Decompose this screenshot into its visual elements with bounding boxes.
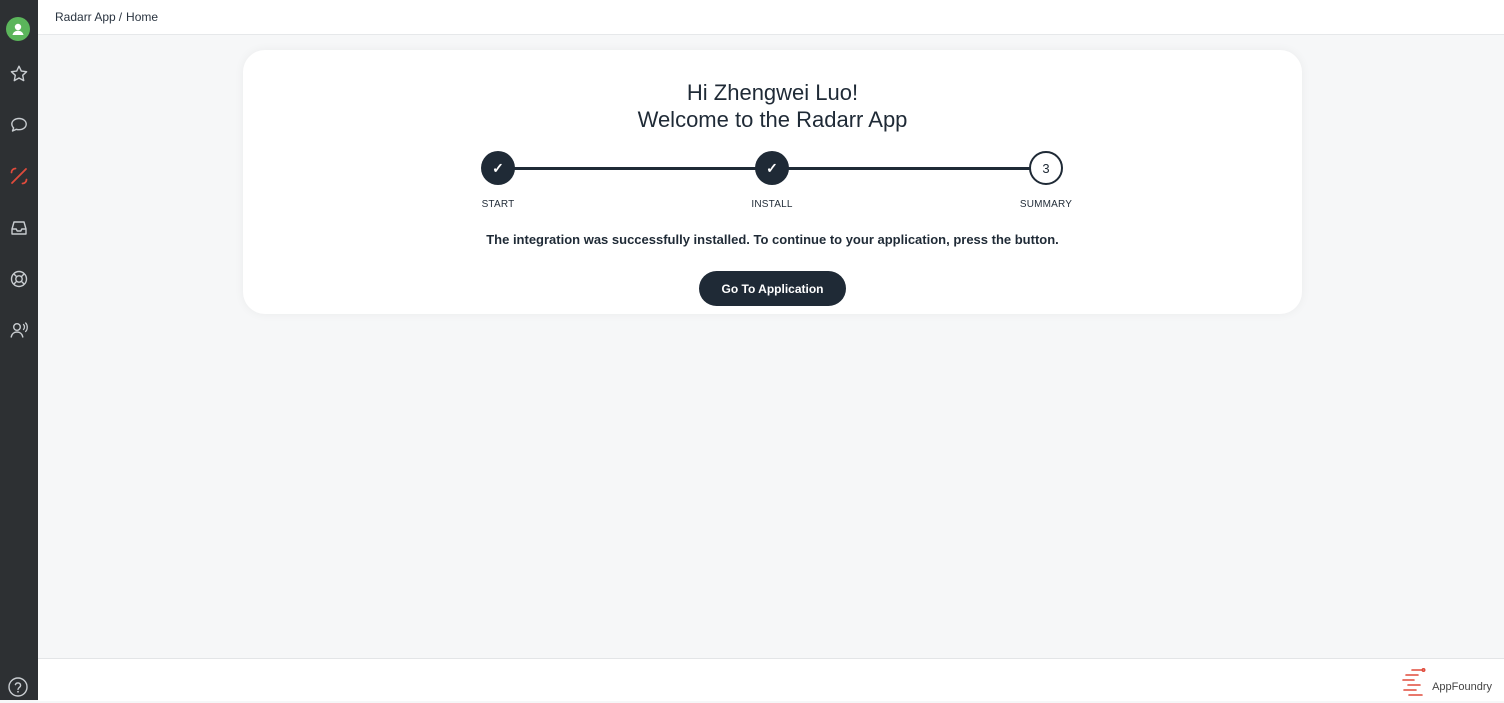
welcome-line: Welcome to the Radarr App bbox=[637, 107, 908, 132]
sidebar-item-contacts[interactable] bbox=[0, 315, 38, 345]
step-start-indicator: ✓ bbox=[481, 151, 515, 185]
question-icon bbox=[8, 677, 28, 697]
breadcrumb-app[interactable]: Radarr App bbox=[55, 10, 116, 24]
sidebar bbox=[0, 0, 38, 700]
step-summary-indicator: 3 bbox=[1029, 151, 1063, 185]
greeting-line: Hi Zhengwei Luo! bbox=[686, 80, 859, 105]
step-install-label: INSTALL bbox=[751, 199, 793, 210]
avatar[interactable] bbox=[6, 17, 30, 41]
inbox-icon bbox=[11, 221, 27, 235]
welcome-card: Hi Zhengwei Luo! Welcome to the Radarr A… bbox=[243, 50, 1302, 314]
chat-icon bbox=[11, 117, 27, 132]
footer: AppFoundry bbox=[38, 658, 1504, 701]
top-bar: Radarr App / Home bbox=[38, 0, 1504, 35]
step-install-indicator: ✓ bbox=[755, 151, 789, 185]
go-to-application-button[interactable]: Go To Application bbox=[699, 271, 846, 306]
sidebar-item-inbox[interactable] bbox=[0, 213, 38, 243]
brand-name: AppFoundry bbox=[1432, 681, 1492, 693]
sidebar-item-radarr[interactable] bbox=[0, 161, 38, 191]
help-button[interactable] bbox=[7, 676, 29, 703]
star-icon bbox=[10, 65, 28, 82]
sidebar-item-conversations[interactable] bbox=[0, 110, 38, 140]
user-icon bbox=[12, 23, 24, 35]
contact-icon bbox=[10, 322, 28, 338]
appfoundry-logo-icon bbox=[1402, 667, 1426, 696]
breadcrumb-separator: / bbox=[118, 10, 123, 24]
lifebuoy-icon bbox=[10, 270, 28, 288]
appfoundry-brand[interactable]: AppFoundry bbox=[1400, 667, 1492, 699]
breadcrumb-current: Home bbox=[126, 10, 159, 24]
sidebar-item-favorites[interactable] bbox=[0, 59, 38, 89]
percent-icon bbox=[10, 167, 28, 185]
step-summary-label: SUMMARY bbox=[1019, 199, 1073, 210]
step-start-label: START bbox=[481, 199, 515, 210]
sidebar-item-support[interactable] bbox=[0, 264, 38, 294]
breadcrumb: Radarr App / Home bbox=[55, 10, 158, 24]
success-message: The integration was successfully install… bbox=[486, 232, 1059, 247]
page-title: Hi Zhengwei Luo! Welcome to the Radarr A… bbox=[243, 79, 1302, 133]
